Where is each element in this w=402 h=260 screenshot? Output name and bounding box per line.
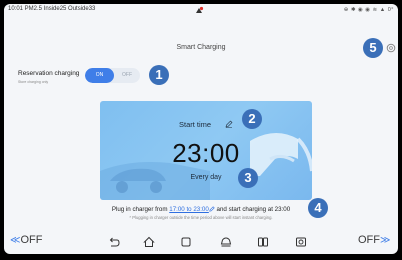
annotation-badge-4: 4 — [308, 198, 328, 218]
notification-icon — [196, 6, 204, 13]
status-info: 10:01 PM2.5 Inside25 Outside33 — [8, 6, 96, 12]
recent-apps-icon[interactable] — [180, 236, 192, 248]
reservation-charging-label: Reservation charging — [18, 70, 80, 77]
back-icon[interactable] — [108, 236, 120, 248]
smart-charging-screen: 10:01 PM2.5 Inside25 Outside33 ⊕ ✱ ◉ ◉ ≋… — [4, 4, 398, 254]
right-off-label: OFF — [358, 234, 380, 246]
bottom-nav-bar: ≪OFF OFF≫ — [4, 230, 398, 254]
vehicle-icon[interactable] — [220, 236, 232, 248]
reservation-charging-sublabel: Store charging only — [18, 80, 49, 84]
reservation-toggle[interactable]: ON OFF — [85, 68, 140, 83]
page-title: Smart Charging — [176, 44, 226, 51]
settings-icon[interactable] — [386, 43, 396, 53]
schedule-card[interactable]: Start time 23:00 Every day — [100, 101, 312, 200]
plug-in-info: Plug in charger from 17:00 to 23:00 and … — [4, 206, 398, 213]
annotation-badge-3: 3 — [238, 168, 258, 188]
status-icons: ⊕ ✱ ◉ ◉ ≋ ▲ 0° — [343, 7, 394, 13]
repeat-label[interactable]: Every day — [100, 174, 312, 181]
right-arrow-icon: ≫ — [380, 235, 391, 246]
left-off-label: OFF — [20, 234, 43, 246]
annotation-badge-5: 5 — [363, 38, 383, 58]
annotation-badge-1: 1 — [149, 65, 169, 85]
annotation-badge-2: 2 — [242, 109, 262, 129]
edit-icon[interactable] — [225, 120, 233, 128]
start-time-value[interactable]: 23:00 — [100, 138, 312, 169]
plug-info-prefix: Plug in charger from — [111, 206, 170, 213]
left-climate-off[interactable]: ≪OFF — [10, 234, 42, 246]
toggle-on-option[interactable]: ON — [85, 68, 114, 83]
charging-window-link[interactable]: 17:00 to 23:00 — [169, 206, 209, 213]
home-icon[interactable] — [143, 236, 155, 248]
media-icon[interactable] — [295, 236, 307, 248]
left-arrow-icon: ≪ — [10, 235, 21, 246]
start-time-label: Start time — [179, 120, 212, 129]
plug-info-suffix: and start charging at 23:00 — [214, 206, 291, 213]
grid-icon[interactable] — [257, 236, 269, 248]
status-bar: 10:01 PM2.5 Inside25 Outside33 ⊕ ✱ ◉ ◉ ≋… — [4, 4, 398, 18]
plug-in-note: * Plugging in charger outside the time p… — [129, 215, 273, 220]
toggle-off-option[interactable]: OFF — [114, 68, 140, 83]
right-climate-off[interactable]: OFF≫ — [358, 234, 390, 246]
